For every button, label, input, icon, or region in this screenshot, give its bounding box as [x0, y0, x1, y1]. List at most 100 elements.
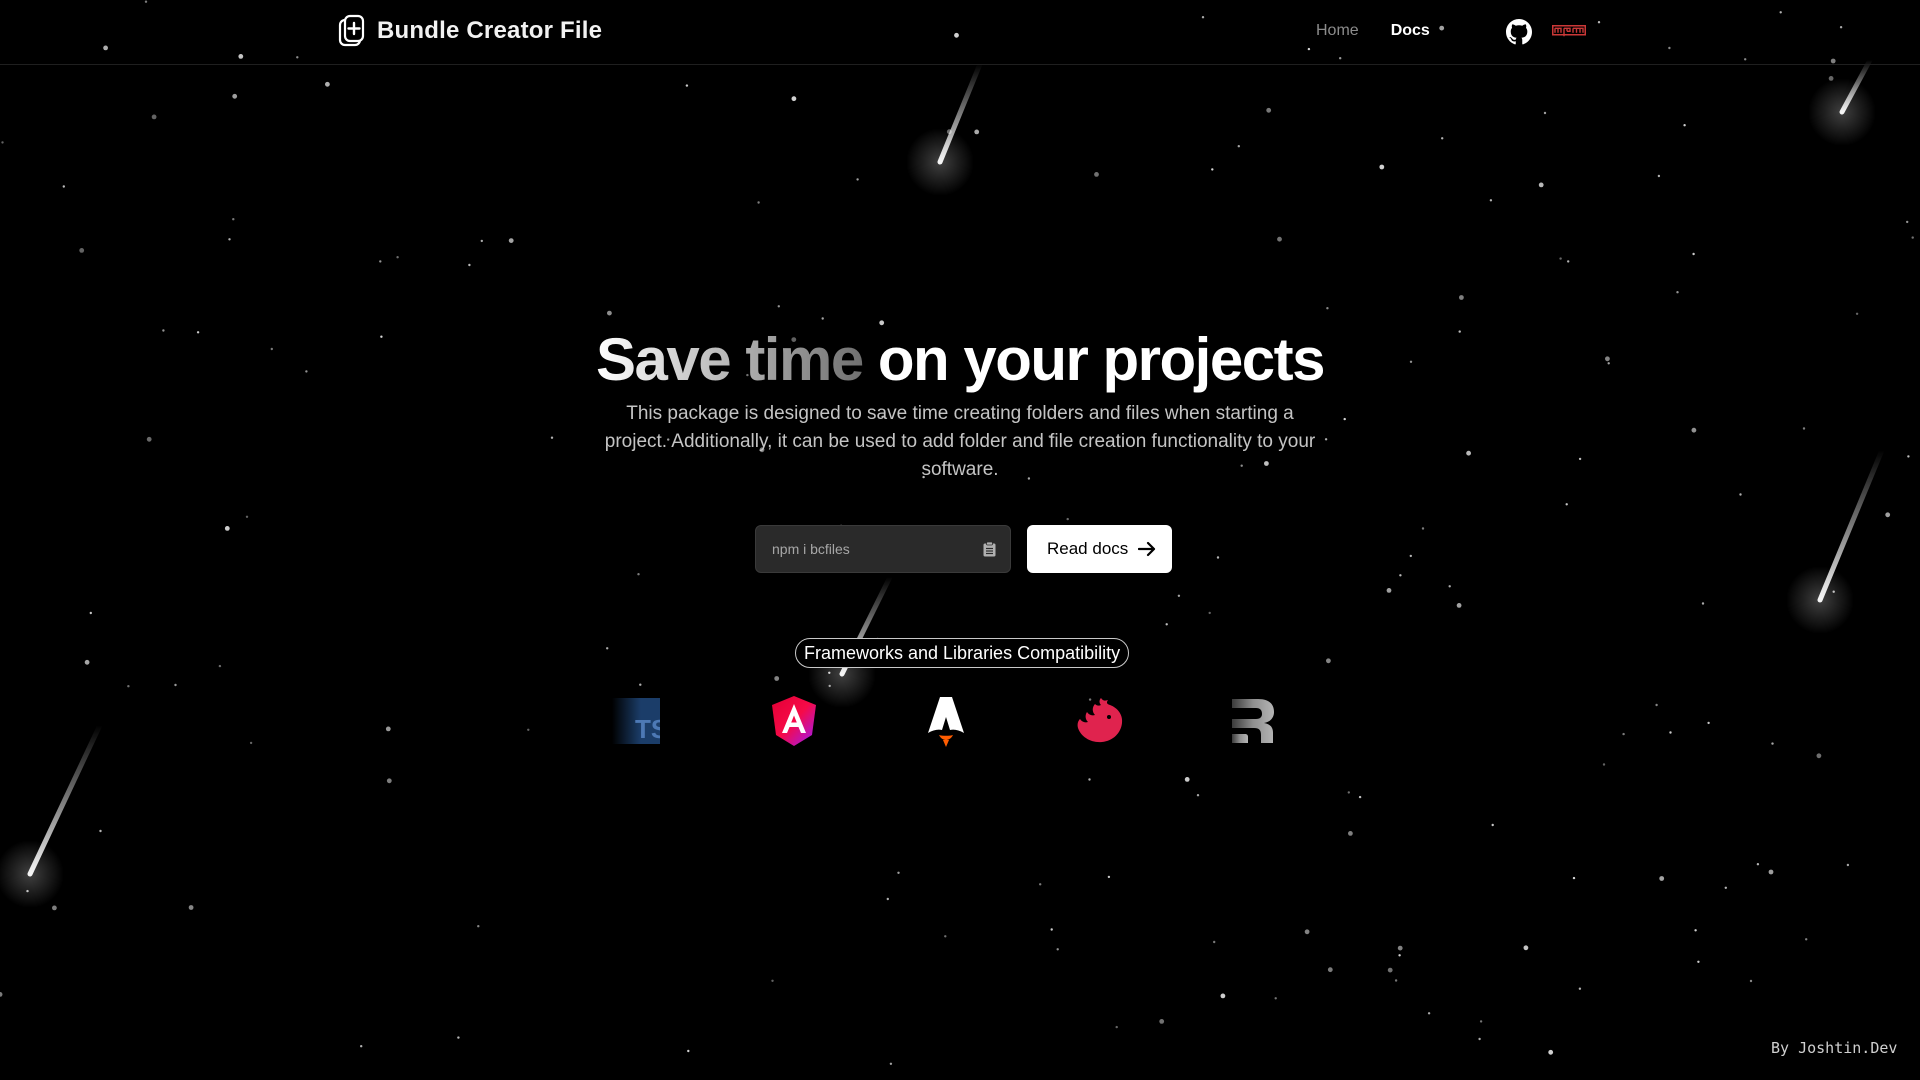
star — [1657, 174, 1661, 178]
star — [1165, 623, 1168, 626]
star — [1906, 220, 1909, 224]
top-navbar: Bundle Creator File Home Docs — [0, 0, 1920, 65]
read-docs-button[interactable]: Read docs — [1027, 525, 1173, 573]
star — [687, 1049, 690, 1053]
star — [1088, 778, 1091, 781]
star — [1768, 869, 1774, 875]
hero-title: Save time on your projects — [0, 322, 1920, 398]
star — [1456, 603, 1462, 608]
npm-icon[interactable] — [1552, 25, 1586, 39]
remix-icon[interactable] — [1228, 695, 1276, 747]
star — [1094, 172, 1099, 177]
star — [1277, 236, 1282, 242]
star — [1386, 588, 1392, 593]
star — [1805, 938, 1808, 941]
star — [1749, 979, 1753, 983]
star — [1107, 875, 1111, 879]
star — [79, 248, 85, 253]
star — [821, 317, 824, 320]
star — [1379, 164, 1385, 170]
star — [1538, 182, 1544, 188]
star — [637, 573, 640, 576]
star — [791, 96, 797, 102]
star — [1208, 611, 1211, 615]
star — [1548, 1049, 1554, 1055]
star — [224, 526, 230, 531]
nav-docs-link[interactable]: Docs — [1391, 22, 1430, 40]
star — [1358, 795, 1362, 799]
star — [228, 238, 231, 241]
star — [477, 925, 480, 928]
star — [89, 611, 93, 615]
star — [457, 1036, 460, 1039]
star — [1578, 987, 1582, 990]
github-icon[interactable] — [1506, 19, 1532, 45]
hero-title-highlight: Save time — [596, 326, 864, 393]
star — [1216, 556, 1220, 559]
star — [1177, 594, 1181, 597]
star — [1724, 886, 1728, 889]
angular-icon[interactable] — [770, 695, 818, 747]
star — [1326, 307, 1329, 310]
star — [1565, 503, 1568, 506]
framework-logos: TS — [600, 695, 1300, 755]
star — [1159, 1019, 1165, 1024]
star — [1441, 137, 1444, 140]
typescript-icon[interactable]: TS — [612, 695, 660, 745]
star — [386, 778, 392, 784]
star — [1196, 794, 1200, 797]
star — [1885, 512, 1891, 518]
star — [1739, 493, 1742, 496]
star — [325, 81, 330, 87]
star — [1572, 876, 1576, 880]
astro-icon[interactable] — [926, 695, 966, 747]
clipboard-icon[interactable] — [983, 541, 996, 557]
star — [174, 683, 177, 687]
star — [1347, 791, 1351, 794]
star — [249, 741, 253, 745]
star — [468, 263, 471, 267]
hero-actions: Read docs — [755, 525, 1173, 573]
star — [1491, 823, 1494, 827]
star — [1409, 554, 1413, 558]
star — [1855, 312, 1859, 315]
star — [52, 905, 57, 911]
star — [1304, 929, 1310, 935]
star — [1213, 940, 1216, 944]
star — [1543, 111, 1547, 115]
nestjs-icon[interactable] — [1073, 695, 1125, 745]
star — [1050, 928, 1053, 931]
star — [856, 178, 859, 181]
install-command-box — [755, 525, 1011, 573]
star — [1237, 145, 1241, 148]
star — [1559, 257, 1562, 260]
star — [1056, 948, 1059, 951]
star — [974, 129, 980, 135]
hero-description: This package is designed to save time cr… — [604, 403, 1316, 480]
star — [774, 676, 780, 681]
read-docs-label: Read docs — [1047, 539, 1129, 558]
star — [396, 256, 399, 259]
star — [1211, 168, 1214, 171]
star — [1066, 517, 1069, 521]
star — [1523, 945, 1529, 951]
star — [62, 185, 65, 188]
star — [1115, 1025, 1118, 1029]
star — [1694, 929, 1697, 932]
brand[interactable]: Bundle Creator File — [337, 14, 602, 48]
star — [777, 305, 780, 308]
star — [606, 647, 609, 650]
star — [127, 685, 130, 688]
star — [1756, 863, 1760, 866]
star — [1567, 260, 1570, 263]
star — [1479, 1020, 1483, 1023]
star — [232, 218, 235, 221]
install-command-input[interactable] — [770, 540, 974, 558]
hero-title-rest: on your projects — [877, 326, 1326, 393]
star — [1326, 658, 1331, 664]
star — [1846, 863, 1850, 867]
star — [1816, 753, 1822, 759]
compatibility-badge: Frameworks and Libraries Compatibility — [795, 638, 1130, 668]
nav-home-link[interactable]: Home — [1316, 22, 1359, 40]
star — [1669, 731, 1672, 734]
